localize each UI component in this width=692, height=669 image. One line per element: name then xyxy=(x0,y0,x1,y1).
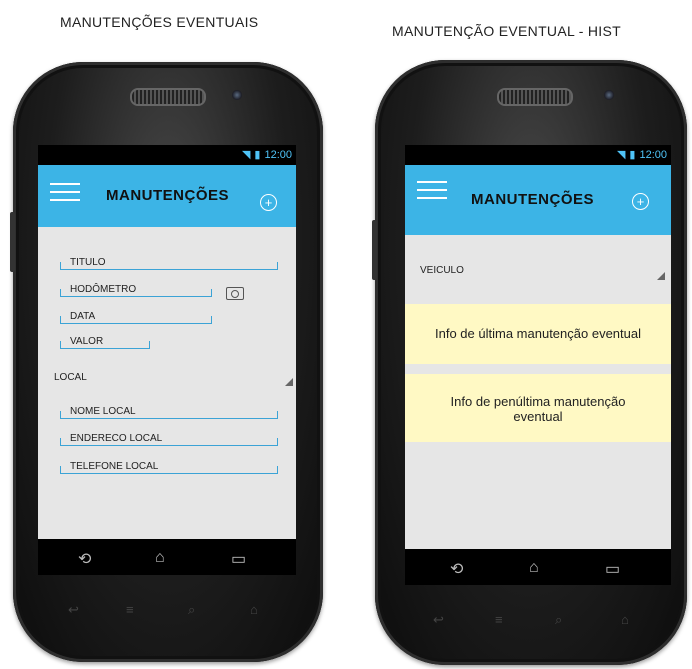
hw-back-icon[interactable]: ↩ xyxy=(433,612,444,628)
status-bar: ◥ ▮ 12:00 xyxy=(405,145,671,165)
nav-bar: ⟲ ⌂ ▭ xyxy=(38,539,296,575)
data-input[interactable] xyxy=(60,316,212,324)
telefone-local-input[interactable] xyxy=(60,466,278,474)
endereco-local-input[interactable] xyxy=(60,438,278,446)
local-dropdown-arrow[interactable] xyxy=(285,378,293,386)
volume-button[interactable] xyxy=(10,212,15,272)
local-label[interactable]: LOCAL xyxy=(54,372,87,383)
veiculo-label[interactable]: VEICULO xyxy=(420,265,464,276)
front-camera xyxy=(604,90,614,100)
status-bar: ◥ ▮ 12:00 xyxy=(38,145,296,165)
nome-local-input[interactable] xyxy=(60,411,278,419)
volume-button[interactable] xyxy=(372,220,377,280)
previous-maintenance-card[interactable]: Info de penúltima manutenção eventual xyxy=(405,374,671,442)
speaker xyxy=(497,88,573,106)
app-bar: MANUTENÇÕES + xyxy=(405,165,671,235)
valor-input[interactable] xyxy=(60,341,150,349)
card-text: Info de penúltima manutenção eventual xyxy=(450,394,626,424)
right-phone: ◥ ▮ 12:00 MANUTENÇÕES + VEICULO Info de úl… xyxy=(372,60,687,665)
status-time: 12:00 xyxy=(264,149,292,161)
hw-home-icon[interactable]: ⌂ xyxy=(621,612,629,627)
left-caption: MANUTENÇÕES EVENTUAIS xyxy=(60,14,259,30)
back-icon[interactable]: ⟲ xyxy=(450,559,463,579)
add-icon[interactable]: + xyxy=(632,193,649,210)
hw-back-icon[interactable]: ↩ xyxy=(68,602,79,618)
app-bar: MANUTENÇÕES + xyxy=(38,165,296,227)
left-screen: ◥ ▮ 12:00 MANUTENÇÕES + TITULO HODÔMETRO D… xyxy=(38,145,296,575)
veiculo-dropdown-arrow[interactable] xyxy=(657,272,665,280)
last-maintenance-card[interactable]: Info de última manutenção eventual xyxy=(405,304,671,364)
back-icon[interactable]: ⟲ xyxy=(78,549,91,569)
nav-bar: ⟲ ⌂ ▭ xyxy=(405,549,671,585)
hw-menu-icon[interactable]: ≡ xyxy=(126,602,134,617)
right-screen: ◥ ▮ 12:00 MANUTENÇÕES + VEICULO Info de úl… xyxy=(405,145,671,585)
hw-search-icon[interactable]: ⌕ xyxy=(188,602,195,618)
home-icon[interactable]: ⌂ xyxy=(155,549,165,567)
add-icon[interactable]: + xyxy=(260,194,277,211)
wifi-icon: ◥ xyxy=(241,149,251,161)
front-camera xyxy=(232,90,242,100)
battery-icon: ▮ xyxy=(629,149,636,161)
status-time: 12:00 xyxy=(639,149,667,161)
camera-icon[interactable] xyxy=(226,287,244,300)
page-title: MANUTENÇÕES xyxy=(106,187,230,204)
hw-search-icon[interactable]: ⌕ xyxy=(555,612,562,628)
wifi-icon: ◥ xyxy=(616,149,626,161)
hodometro-input[interactable] xyxy=(60,289,212,297)
recents-icon[interactable]: ▭ xyxy=(231,549,246,569)
menu-icon[interactable] xyxy=(417,181,447,199)
left-phone: ◥ ▮ 12:00 MANUTENÇÕES + TITULO HODÔMETRO D… xyxy=(10,62,323,662)
battery-icon: ▮ xyxy=(254,149,261,161)
speaker xyxy=(130,88,206,106)
page-title: MANUTENÇÕES xyxy=(471,191,595,208)
menu-icon[interactable] xyxy=(50,183,80,201)
right-caption: MANUTENÇÃO EVENTUAL - HIST xyxy=(392,23,621,39)
recents-icon[interactable]: ▭ xyxy=(605,559,620,579)
card-text: Info de última manutenção eventual xyxy=(435,326,641,341)
hw-menu-icon[interactable]: ≡ xyxy=(495,612,503,627)
titulo-input[interactable] xyxy=(60,262,278,270)
home-icon[interactable]: ⌂ xyxy=(529,559,539,577)
hw-home-icon[interactable]: ⌂ xyxy=(250,602,258,617)
